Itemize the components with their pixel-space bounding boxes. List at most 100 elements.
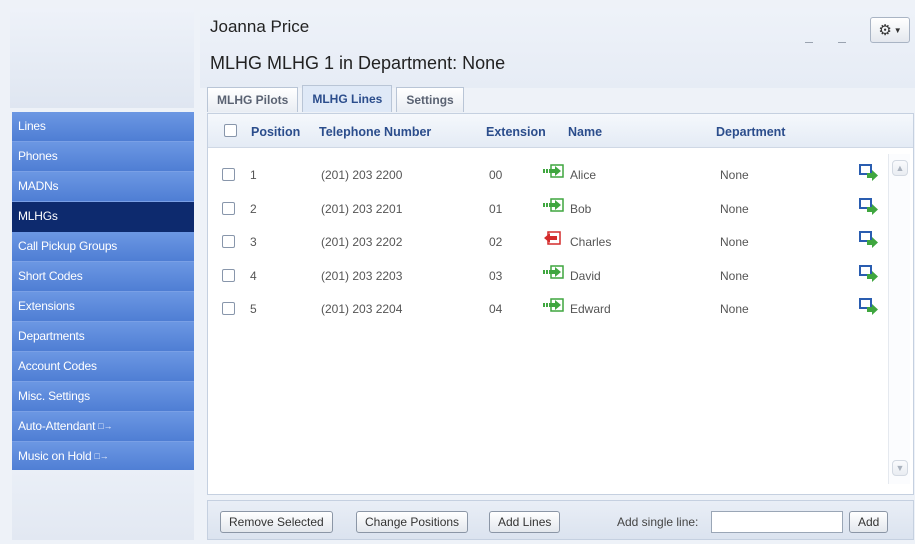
cell-extension: 04 [489,302,503,316]
row-checkbox[interactable] [222,201,235,215]
cell-telephone: (201) 203 2200 [321,168,403,182]
sidebar-item-lines[interactable]: Lines [12,112,194,142]
column-header-name[interactable]: Name [568,125,602,139]
sidebar-item-label: Extensions [18,299,75,314]
sidebar-item-label: Misc. Settings [18,389,90,404]
cell-name: David [570,268,601,283]
sidebar-item-mlhgs[interactable]: MLHGs [12,202,194,232]
sidebar-item-label: Account Codes [18,359,97,374]
cell-position: 5 [250,302,257,316]
mlhg-lines-grid: Position Telephone Number Extension Name… [207,113,914,495]
blue-arrow-icon[interactable] [859,298,879,316]
cell-department: None [720,268,749,283]
blue-arrow-icon[interactable] [859,197,879,216]
blue-arrow-icon[interactable] [859,164,879,182]
column-header-extension[interactable]: Extension [486,125,546,139]
green-arrow-in-icon [543,298,565,312]
sidebar-item-label: MADNs [18,179,59,194]
green-arrow-in-icon [543,264,565,279]
sidebar-item-label: Music on Hold [18,449,92,464]
sidebar-item-label: Phones [18,149,58,164]
logo-area [10,8,194,108]
grid-header: Position Telephone Number Extension Name… [208,114,913,148]
cell-department: None [720,302,749,316]
table-row[interactable]: 2 (201) 203 2201 01 Bob None [208,192,888,225]
scroll-up-button[interactable]: ▲ [892,160,908,176]
column-header-department[interactable]: Department [716,125,785,139]
sidebar-item-account-codes[interactable]: Account Codes [12,352,194,382]
tab-mlhg-pilots[interactable]: MLHG Pilots [207,87,299,112]
cell-department: None [720,201,749,216]
cell-extension: 02 [489,235,503,249]
scroll-down-button[interactable]: ▼ [892,460,908,476]
row-checkbox[interactable] [222,302,235,315]
add-button[interactable]: Add [849,511,889,533]
external-link-icon: □→ [94,451,109,462]
table-row[interactable]: 1 (201) 203 2200 00 Alice None [208,158,888,191]
sidebar-footer [12,470,194,540]
divider [838,42,846,43]
tab-mlhg-lines[interactable]: MLHG Lines [302,85,393,112]
cell-extension: 03 [489,268,503,283]
tab-settings[interactable]: Settings [396,87,464,112]
sidebar-item-label: Lines [18,119,46,134]
cell-telephone: (201) 203 2201 [321,201,403,216]
user-name: Joanna Price [210,17,310,36]
cell-telephone: (201) 203 2204 [321,302,403,316]
row-checkbox[interactable] [222,268,235,282]
sidebar-item-short-codes[interactable]: Short Codes [12,262,194,292]
sidebar-item-phones[interactable]: Phones [12,142,194,172]
cell-name: Edward [570,302,611,316]
cell-department: None [720,168,749,182]
sidebar-item-label: Departments [18,329,85,344]
add-single-line-input[interactable] [711,511,843,533]
divider [805,42,813,43]
cell-position: 1 [250,168,257,182]
row-checkbox[interactable] [222,168,235,181]
sidebar-item-label: MLHGs [18,209,58,224]
blue-arrow-icon[interactable] [859,231,879,249]
sidebar-item-auto-attendant[interactable]: Auto-Attendant □→ [12,412,194,442]
row-checkbox[interactable] [222,235,235,248]
table-row[interactable]: 4 (201) 203 2203 03 David None [208,259,888,292]
sidebar-item-label: Short Codes [18,269,83,284]
table-row[interactable]: 5 (201) 203 2204 04 Edward None [208,292,888,325]
sidebar-item-madns[interactable]: MADNs [12,172,194,202]
blue-arrow-icon[interactable] [859,264,879,283]
green-arrow-in-icon [543,164,565,178]
cell-position: 4 [250,268,257,283]
sidebar-item-departments[interactable]: Departments [12,322,194,352]
cell-telephone: (201) 203 2202 [321,235,403,249]
table-row[interactable]: 3 (201) 203 2202 02 Charles None [208,225,888,258]
sidebar-item-misc-settings[interactable]: Misc. Settings [12,382,194,412]
sidebar-nav: Lines Phones MADNs MLHGs Call Pickup Groups S… [12,112,194,472]
cell-extension: 01 [489,201,503,216]
cell-telephone: (201) 203 2203 [321,268,403,283]
cell-name: Charles [570,235,612,249]
gear-icon: ⚙ [878,22,892,39]
add-lines-button[interactable]: Add Lines [489,511,561,533]
column-header-telephone[interactable]: Telephone Number [319,125,431,139]
cell-position: 2 [250,201,257,216]
cell-position: 3 [250,235,257,249]
green-arrow-in-icon [543,197,565,212]
action-bar: Remove Selected Change Positions Add Lin… [207,500,914,540]
external-link-icon: □→ [98,421,113,432]
change-positions-button[interactable]: Change Positions [356,511,469,533]
column-header-position[interactable]: Position [251,125,300,139]
settings-menu-button[interactable]: ⚙ ▼ [870,17,910,43]
chevron-down-icon: ▼ [893,25,902,35]
vertical-scrollbar[interactable]: ▲ ▼ [888,154,910,484]
cell-department: None [720,235,749,249]
red-arrow-out-icon [543,231,565,245]
cell-extension: 00 [489,168,503,182]
select-all-checkbox[interactable] [224,124,237,137]
sidebar-item-extensions[interactable]: Extensions [12,292,194,322]
sidebar-item-label: Auto-Attendant [18,419,96,434]
add-single-line-label: Add single line: [617,515,699,529]
sidebar-item-music-on-hold[interactable]: Music on Hold □→ [12,442,194,472]
sidebar-item-call-pickup-groups[interactable]: Call Pickup Groups [12,232,194,262]
page-title: MLHG MLHG 1 in Department: None [210,53,506,73]
sidebar-item-label: Call Pickup Groups [18,239,118,254]
remove-selected-button[interactable]: Remove Selected [220,511,333,533]
